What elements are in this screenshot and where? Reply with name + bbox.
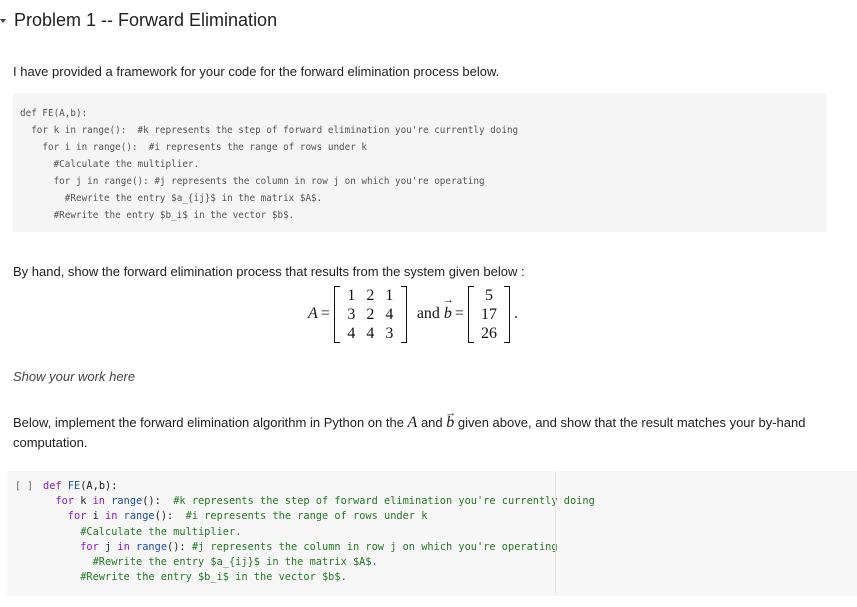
right-bracket: [400, 285, 407, 343]
matrix-a-entry: 2: [366, 305, 375, 323]
matrix-a-entry: 4: [385, 305, 394, 323]
code-line: #Rewrite the entry $a_{ij}$ in the matri…: [43, 556, 378, 568]
code-token: range: [111, 495, 143, 508]
code-token: #Rewrite the entry $b_i$ in the vector $…: [43, 571, 347, 584]
matrix-a-entry: 3: [347, 305, 356, 323]
matrix-a-entry: 3: [385, 324, 394, 342]
markdown-code-line: #Calculate the multiplier.: [53, 159, 200, 170]
markdown-code-line: for i in range(): #i represents the rang…: [42, 142, 368, 153]
markdown-code-text: def FE(A,b): for k in range(): #k repres…: [20, 105, 819, 224]
vector-b-label: b: [443, 294, 454, 323]
section-header[interactable]: Problem 1 -- Forward Elimination: [0, 6, 277, 34]
inline-var-b: b: [446, 414, 454, 431]
inline-var-a: A: [407, 414, 418, 431]
code-token: in: [117, 540, 137, 553]
and-text: and: [416, 305, 440, 322]
code-line: #Rewrite the entry $b_i$ in the vector $…: [43, 571, 347, 583]
code-line: def FE(A,b):: [43, 480, 117, 492]
run-cell-button[interactable]: [ ]: [15, 481, 33, 492]
period: .: [513, 305, 518, 322]
markdown-code-line: #Rewrite the entry $a_{ij}$ in the matri…: [64, 193, 323, 204]
show-work-text[interactable]: Show your work here: [13, 367, 135, 387]
code-token: #Rewrite the entry $a_{ij}$ in the matri…: [43, 556, 378, 569]
markdown-code-block: def FE(A,b): for k in range(): #k repres…: [13, 93, 826, 232]
line-length-ruler: [555, 471, 556, 593]
code-line: for j in range(): #j represents the colu…: [43, 540, 558, 553]
implement-instruction: Below, implement the forward elimination…: [13, 413, 813, 453]
code-line: for i in range(): #i represents the rang…: [43, 510, 428, 523]
code-token: #i represents the range of rows under k: [185, 510, 428, 523]
matrix-a-entry: 2: [366, 286, 375, 304]
equation-system: A = 121324443 and b = 51726 .: [308, 284, 518, 344]
markdown-code-line: def FE(A,b):: [20, 108, 88, 119]
byhand-instruction: By hand, show the forward elimination pr…: [13, 264, 525, 279]
matrix-a-entry: 4: [366, 324, 375, 342]
implement-text-part1: Below, implement the forward elimination…: [13, 415, 408, 430]
matrix-a-entry: 4: [347, 324, 356, 342]
code-token: #j represents the column in row j on whi…: [191, 540, 558, 553]
code-line: for k in range(): #k represents the step…: [43, 495, 595, 508]
equals-sign: =: [320, 305, 330, 322]
implement-text-part2: and: [417, 415, 447, 430]
code-token: #Calculate the multiplier.: [43, 525, 242, 538]
code-token: k: [80, 495, 93, 508]
code-token: FE: [67, 480, 81, 492]
markdown-code-line: for k in range(): #k represents the step…: [31, 125, 519, 136]
matrix-a-entry: 1: [385, 286, 394, 304]
equals-sign: =: [454, 305, 464, 322]
code-token: def: [43, 480, 68, 492]
caret-down-icon[interactable]: [0, 19, 6, 23]
matrix-a-grid: 121324443: [340, 286, 401, 343]
right-bracket: [503, 285, 510, 343]
matrix-a: 121324443: [333, 285, 407, 343]
vector-b-entry: 17: [480, 305, 497, 323]
markdown-code-line: for j in range(): #j represents the colu…: [53, 176, 485, 187]
vector-b-entry: 5: [484, 286, 493, 304]
code-token: j: [105, 540, 118, 553]
markdown-code-line: #Rewrite the entry $b_i$ in the vector $…: [20, 210, 295, 221]
code-token: range: [136, 540, 168, 553]
code-token: for: [43, 540, 105, 553]
code-token: ():: [154, 510, 186, 523]
vector-b-entry: 26: [480, 324, 497, 342]
code-token: (A,b):: [80, 480, 118, 492]
matrix-a-label: A: [308, 305, 318, 322]
code-token: ():: [167, 540, 192, 553]
matrix-a-entry: 1: [347, 286, 356, 304]
vector-b: 5 17 26: [467, 285, 510, 343]
code-token: for: [43, 510, 93, 523]
intro-text: I have provided a framework for your cod…: [13, 64, 500, 79]
code-line: #Calculate the multiplier.: [43, 526, 241, 538]
code-token: ():: [142, 495, 174, 508]
code-token: i: [92, 510, 106, 523]
code-token: range: [123, 510, 155, 523]
code-cell[interactable]: [ ] def FE(A,b): for k in range(): #k re…: [7, 471, 857, 596]
vector-b-grid: 5 17 26: [474, 286, 504, 343]
code-token: in: [105, 510, 124, 523]
code-token: for: [43, 495, 81, 508]
code-editor[interactable]: def FE(A,b): for k in range(): #k repres…: [43, 479, 595, 585]
code-token: #k represents the step of forward elimin…: [173, 495, 595, 508]
code-token: in: [92, 495, 112, 508]
section-title: Problem 1 -- Forward Elimination: [14, 9, 278, 30]
